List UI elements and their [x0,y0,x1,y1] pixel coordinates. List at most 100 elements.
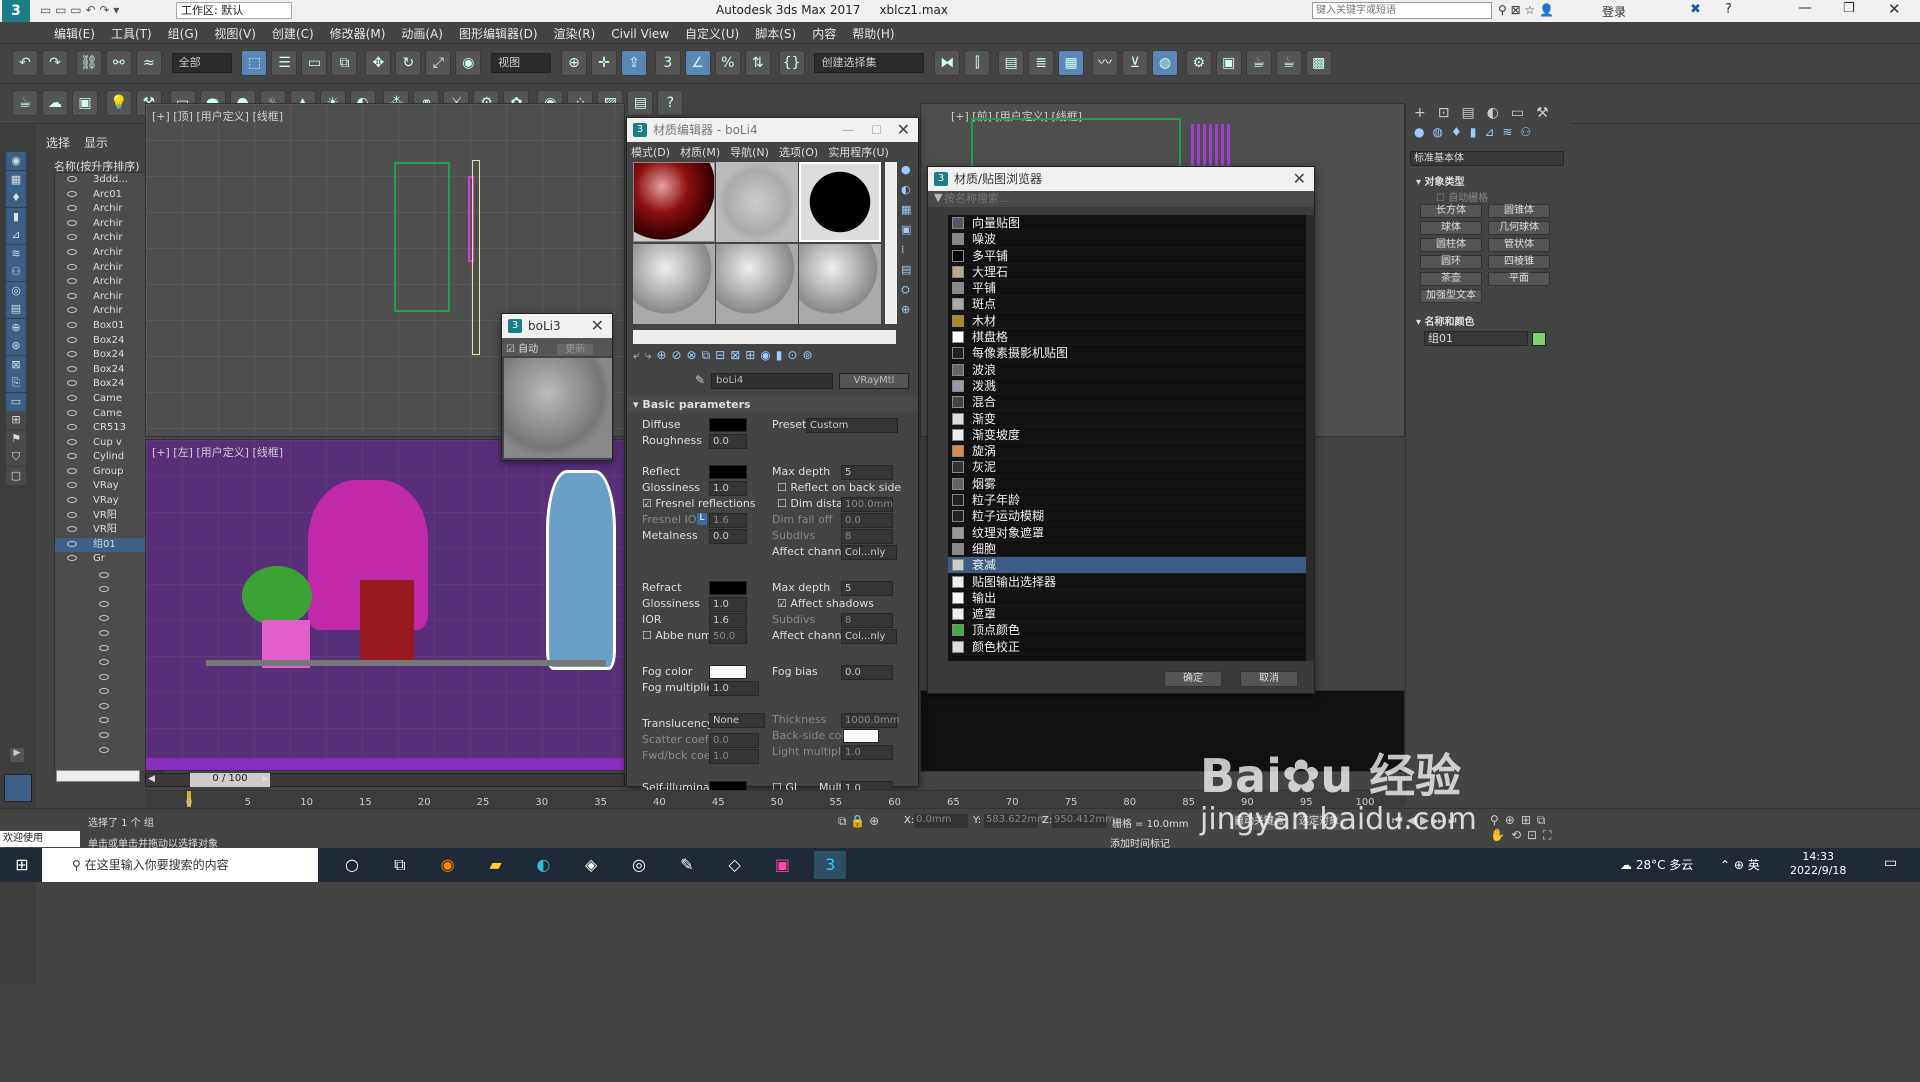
material-menu-item-3[interactable]: 选项(O) [779,146,818,159]
eye-icon[interactable] [67,380,77,387]
left-tool-icon-13[interactable]: ▭ [6,392,26,411]
menu-item-3[interactable]: 视图(V) [214,27,256,41]
dim-distance-spinner[interactable]: 100.0mm [841,497,893,512]
map-list-item[interactable]: 泼溅 [948,378,1306,395]
eye-icon[interactable] [67,263,77,270]
reflect-max-depth-spinner[interactable]: 5 [841,465,893,480]
options-chevron-icon[interactable]: ▼ [934,191,942,204]
translucency-dropdown[interactable]: None [709,713,765,728]
unlink-icon[interactable]: ⚯ [105,50,132,76]
reflect-swatch[interactable] [709,465,747,479]
menu-item-11[interactable]: 脚本(S) [755,27,796,41]
reflect-channels-dropdown[interactable]: Col...nly [841,545,897,560]
menu-item-2[interactable]: 组(G) [168,27,199,41]
menu-item-6[interactable]: 动画(A) [401,27,443,41]
object-name-field[interactable]: 组01 [1424,331,1528,346]
weather-widget[interactable]: ☁ 28°C 多云 [1620,856,1693,873]
map-list-scrollbar[interactable] [1306,215,1314,661]
scale-icon[interactable]: ⤢ [425,50,452,76]
thickness-spinner[interactable]: 1000.0mm [841,713,899,728]
left-tool-icon-1[interactable]: ▦ [6,170,26,189]
frame-buffer-icon[interactable]: ▣ [72,90,98,116]
left-tool-icon-7[interactable]: ◎ [6,281,26,300]
reference-coord-dropdown[interactable]: 视图 [491,53,552,73]
select-by-name-icon[interactable]: ☰ [271,50,298,76]
map-list-item[interactable]: 木材 [948,313,1306,330]
edit-named-sets-icon[interactable]: {} [778,50,805,76]
eye-icon[interactable] [67,351,77,358]
file-explorer-icon[interactable]: ▰ [479,851,511,879]
close-icon[interactable]: ✕ [591,314,604,338]
map-list-item[interactable]: 渐变坡度 [948,427,1306,444]
map-list-item[interactable]: 灰泥 [948,459,1306,476]
menu-item-10[interactable]: 自定义(U) [685,27,739,41]
primitive-type-dropdown[interactable]: 标准基本体 [1410,151,1564,166]
minimize-button[interactable]: — [842,118,854,142]
minimize-button[interactable]: — [1798,0,1812,16]
rect-selection-icon[interactable]: ▭ [301,50,328,76]
clock[interactable]: 14:33 2022/9/18 [1790,850,1846,878]
left-tool-icon-0[interactable]: ◉ [6,152,26,170]
map-list-item[interactable]: 向量贴图 [948,215,1306,232]
align-icon[interactable]: ⫿ [964,50,991,76]
left-tool-icon-14[interactable]: ⊞ [6,411,26,429]
render-icon[interactable]: ☕ [1245,50,1272,76]
viewport-label[interactable]: [+] [左] [用户定义] [线框] [152,444,283,460]
dim-falloff-spinner[interactable]: 0.0 [841,513,893,528]
eye-icon[interactable] [67,424,77,431]
eyedropper-icon[interactable]: ✎ [695,373,705,387]
eye-icon[interactable] [99,673,109,680]
create-button-10[interactable]: 加强型文本 [1420,289,1482,303]
left-tool-icon-3[interactable]: ▮ [6,207,26,226]
refract-subdivs-spinner[interactable]: 8 [841,613,893,628]
abbe-spinner[interactable]: 50.0 [709,629,747,644]
menu-item-13[interactable]: 帮助(H) [852,27,894,41]
eye-icon[interactable] [67,467,77,474]
material-menu-item-2[interactable]: 导航(N) [730,146,769,159]
menu-item-5[interactable]: 修改器(M) [330,27,386,41]
windows-start-icon[interactable]: ⊞ [6,851,38,879]
viewport-label[interactable]: [+] [顶] [用户定义] [线框] [152,108,283,124]
material-menu-item-1[interactable]: 材质(M) [680,146,720,159]
menu-item-1[interactable]: 工具(T) [111,27,152,41]
eye-icon[interactable] [67,497,77,504]
quick-access-icons[interactable]: ▭ ▭ ▭ ↶ ↷ ▾ [40,3,119,17]
eye-icon[interactable] [99,600,109,607]
redo-icon[interactable]: ↷ [42,50,68,76]
curve-editor-icon[interactable]: 〰 [1091,50,1118,76]
layer-explorer-icon[interactable]: ≣ [1028,50,1055,76]
create-button-3[interactable]: 几何球体 [1488,221,1550,235]
cortana-icon[interactable]: ○ [336,851,368,879]
app-icon-1[interactable]: ◈ [575,851,607,879]
eye-icon[interactable] [67,453,77,460]
name-color-rollout[interactable]: ▾ 名称和颜色 [1416,313,1475,328]
create-button-6[interactable]: 圆环 [1420,255,1482,269]
infocenter-icons[interactable]: ⚲ ⊠ ☆ 👤 [1498,3,1554,17]
create-category-icons[interactable]: ●◍♦▮⊿≋⚇ [1406,123,1570,145]
left-tool-icon-16[interactable]: ⛉ [6,448,26,466]
material-preview-window[interactable]: 3 boLi3 ✕ ☑ 自动 更新 [501,313,613,461]
scatter-spinner[interactable]: 0.0 [709,733,759,748]
refract-glossiness-spinner[interactable]: 1.0 [709,597,747,612]
left-tool-icon-4[interactable]: ⊿ [6,226,26,244]
a360-icon[interactable]: ▩ [1305,50,1332,76]
window-crossing-icon[interactable]: ⧉ [331,50,358,76]
map-list-item[interactable]: 粒子年龄 [948,492,1306,509]
eye-icon[interactable] [99,688,109,695]
map-list-item[interactable]: 顶点颜色 [948,622,1306,639]
menu-item-8[interactable]: 渲染(R) [554,27,596,41]
left-tool-icon-9[interactable]: ⊕ [6,318,26,337]
light-multiplier-spinner[interactable]: 1.0 [841,745,893,760]
create-button-5[interactable]: 管状体 [1488,238,1550,252]
viewport-nav-controls[interactable]: ⚲⊕⊞⧉ ✋⟲⊡⛶ [1490,813,1557,843]
eye-icon[interactable] [99,717,109,724]
preset-dropdown[interactable]: Custom [806,418,898,433]
angle-snap-icon[interactable]: ∠ [684,50,711,76]
eye-icon[interactable] [99,586,109,593]
map-list-item[interactable]: 棋盘格 [948,329,1306,346]
diffuse-swatch[interactable] [709,418,747,432]
task-view-icon[interactable]: ⧉ [384,851,416,879]
sample-slot-4[interactable] [633,244,715,324]
scene-explorer-icon[interactable]: ▤ [998,50,1025,76]
object-color-swatch[interactable] [1532,332,1546,346]
